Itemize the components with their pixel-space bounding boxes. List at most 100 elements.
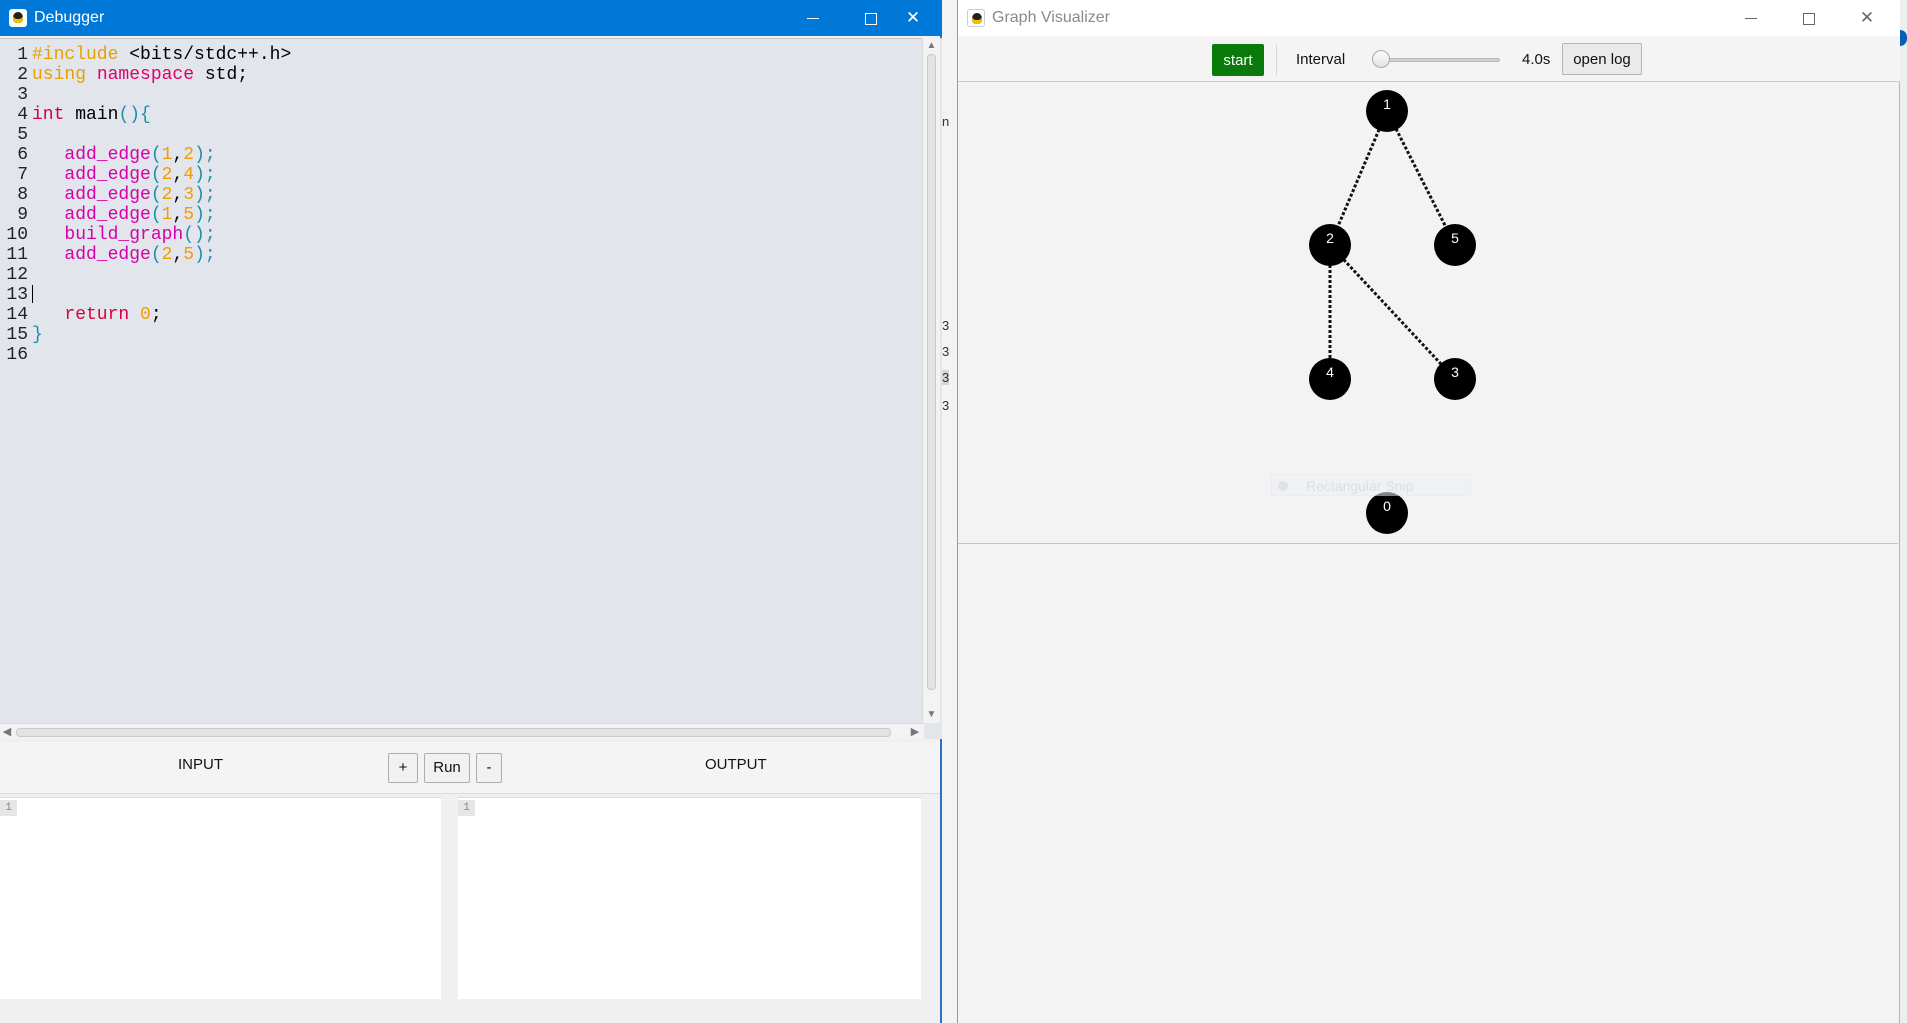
code-text[interactable]: #include <bits/stdc++.h> using namespace …	[32, 45, 291, 365]
io-toolbar: INPUT + Run - OUTPUT	[0, 742, 940, 794]
code-token: (	[150, 145, 162, 165]
code-line[interactable]: add_edge(1,2);	[32, 145, 291, 165]
debugger-window: Debugger ✕ 1 2 3 4 5 6 7 8 9 10 11 12 13 14 15 16 #incl…	[0, 0, 942, 1023]
line-number: 14	[6, 305, 28, 325]
close-button[interactable]: ✕	[884, 0, 942, 36]
code-token: namespace	[96, 65, 205, 85]
visualizer-titlebar[interactable]: Graph Visualizer ✕	[958, 0, 1900, 36]
code-token: (	[150, 205, 162, 225]
code-line[interactable]: build_graph();	[32, 225, 291, 245]
graph-canvas[interactable]: 1 2 5 4 3 0 Rectangular Snip	[958, 82, 1898, 544]
horizontal-scroll-thumb[interactable]	[16, 728, 891, 737]
line-number: 8	[17, 185, 28, 205]
graph-edge	[1328, 110, 1389, 246]
horizontal-scrollbar[interactable]: ◀ ▶	[0, 723, 924, 739]
graph-node-label: 3	[1451, 364, 1459, 380]
minimize-icon	[807, 18, 819, 20]
scroll-right-icon[interactable]: ▶	[908, 724, 922, 740]
debugger-titlebar[interactable]: Debugger ✕	[0, 0, 942, 36]
code-line[interactable]: return 0;	[32, 305, 291, 325]
line-number: 12	[6, 265, 28, 285]
scroll-down-icon[interactable]: ▼	[923, 707, 940, 723]
code-token: );	[194, 165, 216, 185]
input-textarea[interactable]: 1	[0, 797, 441, 999]
code-token: #include	[32, 45, 130, 65]
minimize-button[interactable]	[1722, 0, 1780, 36]
code-line[interactable]	[32, 85, 291, 105]
interval-label: Interval	[1296, 51, 1346, 68]
code-line[interactable]: add_edge(2,5);	[32, 245, 291, 265]
sliver-text: 3	[942, 370, 950, 385]
code-line[interactable]: add_edge(2,4);	[32, 165, 291, 185]
code-line[interactable]: #include <bits/stdc++.h>	[32, 45, 291, 65]
open-log-button[interactable]: open log	[1562, 43, 1642, 75]
minimize-button[interactable]	[784, 0, 842, 36]
add-test-button[interactable]: +	[388, 753, 418, 783]
vertical-scroll-thumb[interactable]	[927, 54, 936, 690]
interval-slider-track[interactable]	[1372, 58, 1500, 62]
code-token: 1	[161, 205, 173, 225]
code-line[interactable]	[32, 345, 291, 365]
line-number-gutter: 1 2 3 4 5 6 7 8 9 10 11 12 13 14 15 16	[0, 45, 28, 365]
interval-slider-thumb[interactable]	[1372, 50, 1390, 68]
start-button[interactable]: start	[1212, 44, 1264, 76]
line-number: 2	[17, 65, 28, 85]
code-line[interactable]: }	[32, 325, 291, 345]
window-title: Graph Visualizer	[992, 9, 1110, 26]
line-number: 10	[6, 225, 28, 245]
code-token: }	[32, 325, 43, 345]
code-line[interactable]: add_edge(2,3);	[32, 185, 291, 205]
code-token: 4	[183, 165, 195, 185]
code-editor[interactable]: 1 2 3 4 5 6 7 8 9 10 11 12 13 14 15 16 #include <bits/s…	[0, 38, 942, 739]
code-line[interactable]	[32, 125, 291, 145]
code-line[interactable]	[32, 265, 291, 285]
line-number: 6	[17, 145, 28, 165]
close-button[interactable]: ✕	[1838, 0, 1896, 36]
output-line-number: 1	[458, 800, 475, 816]
graph-node-label: 1	[1383, 96, 1391, 112]
sliver-text: 3	[942, 344, 950, 359]
run-button[interactable]: Run	[424, 753, 470, 783]
code-token: using	[32, 65, 97, 85]
output-textarea[interactable]: 1	[458, 797, 921, 999]
code-line[interactable]: add_edge(1,5);	[32, 205, 291, 225]
code-line[interactable]	[32, 285, 291, 305]
maximize-icon	[1803, 12, 1815, 25]
java-app-icon	[9, 9, 27, 27]
code-token: );	[194, 205, 216, 225]
code-token: add_edge	[64, 165, 151, 185]
input-label: INPUT	[178, 756, 223, 773]
close-icon: ✕	[1859, 8, 1875, 27]
code-token: build_graph	[64, 225, 184, 245]
scroll-left-icon[interactable]: ◀	[0, 724, 14, 740]
sliver-text: 3	[942, 318, 950, 333]
code-line[interactable]: using namespace std;	[32, 65, 291, 85]
maximize-button[interactable]	[1780, 0, 1838, 36]
code-token: add_edge	[64, 205, 151, 225]
code-token: );	[194, 185, 216, 205]
line-number: 3	[17, 85, 28, 105]
remove-test-button[interactable]: -	[476, 753, 502, 783]
code-token: );	[194, 145, 216, 165]
close-icon: ✕	[905, 8, 921, 27]
code-token: (	[150, 185, 162, 205]
input-line-number: 1	[0, 800, 17, 816]
minimize-icon	[1745, 18, 1757, 20]
code-token: (){	[118, 105, 151, 125]
code-token: ;	[150, 305, 162, 325]
code-line[interactable]: int main(){	[32, 105, 291, 125]
line-number: 13	[6, 285, 28, 305]
snip-ghost-text: Rectangular Snip	[1306, 478, 1414, 494]
text-caret	[32, 285, 33, 303]
scroll-up-icon[interactable]: ▲	[923, 38, 940, 54]
code-token: ,	[172, 245, 184, 265]
graph-node-label: 2	[1326, 230, 1334, 246]
maximize-icon	[865, 12, 877, 25]
vertical-scrollbar[interactable]: ▲ ▼	[922, 38, 940, 723]
